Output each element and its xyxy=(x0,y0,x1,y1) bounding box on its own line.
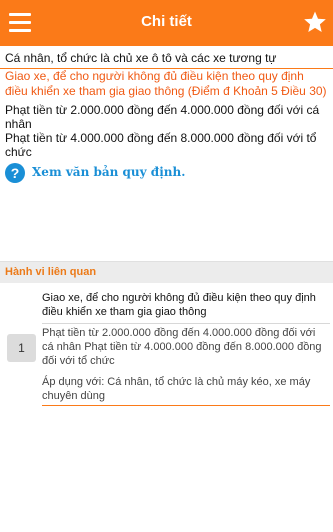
view-document-label[interactable]: Xem văn bản quy định. xyxy=(32,165,185,179)
divider xyxy=(42,405,330,406)
view-document-link[interactable]: ? Xem văn bản quy định. xyxy=(5,162,329,184)
item-number-badge: 1 xyxy=(7,334,36,362)
related-item-penalty: Phạt tiền từ 2.000.000 đồng đến 4.000.00… xyxy=(42,327,322,367)
penalty-organization: Phạt tiền từ 4.000.000 đồng đến 8.000.00… xyxy=(5,131,317,159)
violation-text: Giao xe, để cho người không đủ điều kiện… xyxy=(5,69,327,98)
divider xyxy=(42,323,330,324)
related-item[interactable]: 1 Giao xe, để cho người không đủ điều ki… xyxy=(0,283,333,406)
related-item-title[interactable]: Giao xe, để cho người không đủ điều kiện… xyxy=(42,291,326,319)
related-header: Hành vi liên quan xyxy=(0,261,333,283)
related-header-label: Hành vi liên quan xyxy=(5,266,97,278)
app-bar: Chi tiết xyxy=(0,0,333,46)
question-icon[interactable]: ? xyxy=(5,163,25,183)
star-icon[interactable] xyxy=(303,10,327,34)
penalty-individual: Phạt tiền từ 2.000.000 đồng đến 4.000.00… xyxy=(5,103,320,131)
page-title: Chi tiết xyxy=(141,13,192,30)
related-item-applies-to: Áp dụng với: Cá nhân, tổ chức là chủ máy… xyxy=(42,376,311,402)
subject-text: Cá nhân, tổ chức là chủ xe ô tô và các x… xyxy=(5,51,277,65)
